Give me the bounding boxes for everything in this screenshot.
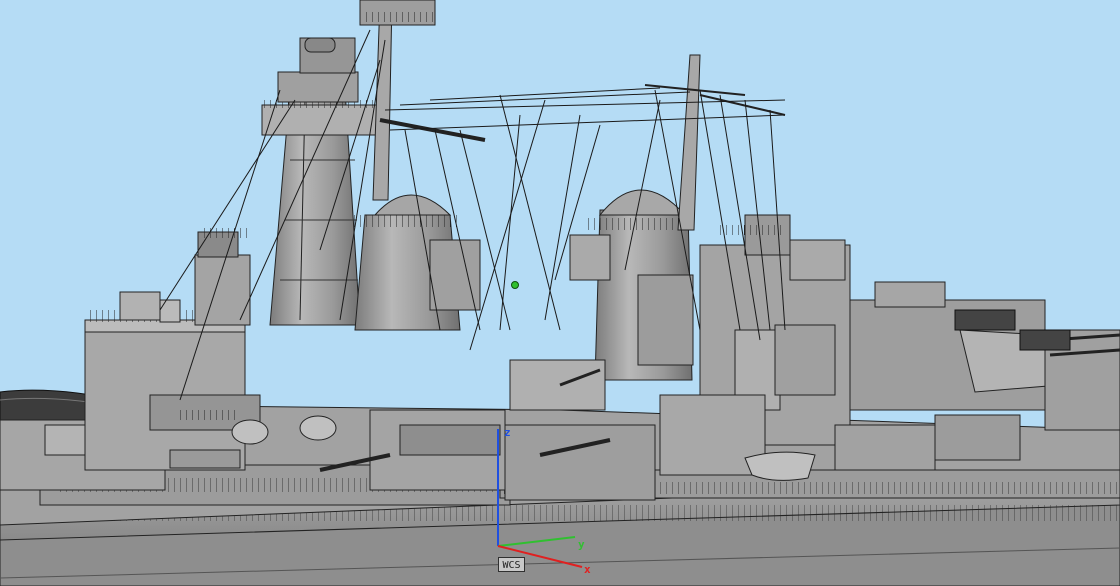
pivot-marker[interactable] [511, 281, 519, 289]
forward-funnel [350, 194, 481, 331]
wcs-label: WCS [498, 557, 525, 572]
x-axis-label: x [584, 563, 591, 576]
aft-funnel [569, 189, 695, 381]
forward-mast [359, 0, 486, 201]
axis-triad [497, 429, 583, 568]
aft-director [849, 281, 1120, 431]
z-axis-label: z [504, 426, 511, 439]
y-axis-label: y [578, 538, 585, 551]
3d-viewport[interactable]: z y x WCS [0, 0, 1120, 586]
lifeboat [744, 451, 816, 481]
y-axis-line [497, 536, 576, 547]
